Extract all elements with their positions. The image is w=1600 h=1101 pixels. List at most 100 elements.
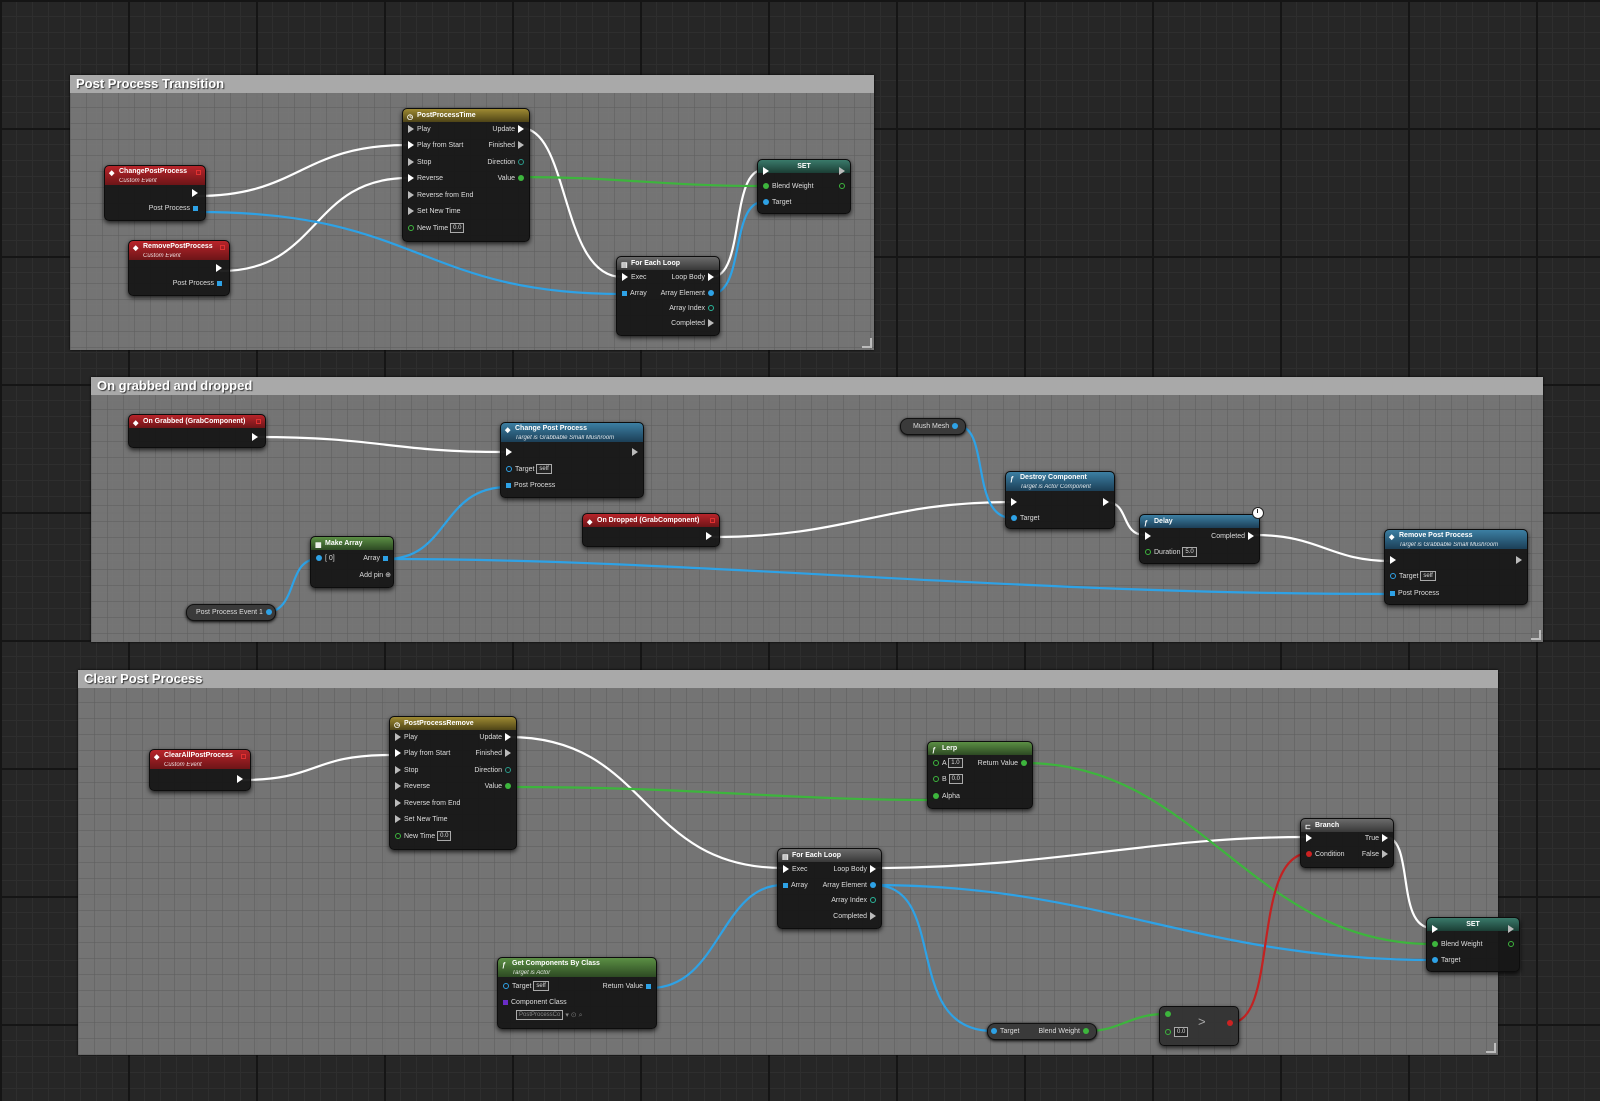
array-out-pin[interactable] — [383, 555, 388, 561]
blend-weight-getter-node[interactable]: Target Blend Weight — [987, 1023, 1097, 1040]
object-out-pin[interactable] — [708, 290, 714, 297]
add-pin-button[interactable]: Add pin ⊕ — [359, 570, 391, 582]
exec-in-pin[interactable] — [622, 273, 628, 282]
float-in-pin[interactable] — [933, 776, 939, 783]
get-components-by-class-node[interactable]: ƒ Get Components By Class Target is Actor … — [497, 957, 657, 1029]
exec-out-pin[interactable] — [1508, 925, 1514, 934]
float-out-pin[interactable] — [1083, 1028, 1089, 1035]
exec-out-pin-false[interactable] — [1382, 850, 1388, 859]
for-each-loop-node-2[interactable]: ▤ For Each Loop Exec Array Loop Body Arra… — [777, 848, 882, 929]
clear-all-post-process-event-node[interactable]: ◆ ClearAllPostProcess Custom Event — [149, 749, 251, 791]
post-process-pin[interactable] — [217, 280, 222, 286]
timeline-node-post-process-remove[interactable]: ◷ PostProcessRemove Play Play from Start … — [389, 716, 517, 850]
float-in-pin[interactable] — [1432, 941, 1438, 948]
float-out-pin[interactable] — [518, 175, 524, 182]
use-selected-icon[interactable]: ⊙ — [571, 1012, 577, 1019]
exec-in-pin[interactable] — [408, 158, 414, 167]
array-pin[interactable] — [783, 882, 788, 888]
class-pin[interactable] — [503, 999, 508, 1005]
target-self-input[interactable]: self — [533, 981, 549, 992]
resize-handle[interactable] — [1486, 1043, 1496, 1053]
comment-on-grabbed-and-dropped[interactable]: On grabbed and dropped — [91, 377, 1543, 642]
post-process-pin[interactable] — [506, 482, 511, 488]
lerp-b-input[interactable]: 0.0 — [948, 774, 963, 785]
exec-in-pin[interactable] — [395, 782, 401, 791]
branch-node[interactable]: ⊏ Branch Condition True False — [1300, 818, 1394, 868]
new-time-input[interactable]: 0.0 — [450, 223, 465, 234]
delegate-pin[interactable] — [196, 170, 201, 175]
delegate-pin[interactable] — [710, 518, 715, 523]
object-in-pin[interactable] — [316, 555, 322, 562]
exec-out-pin[interactable] — [708, 319, 714, 328]
change-post-process-event-node[interactable]: ◆ ChangePostProcess Custom Event Post Proc… — [104, 165, 206, 221]
float-in-pin[interactable] — [933, 760, 939, 767]
post-process-pin[interactable] — [193, 205, 198, 211]
float-out-pin[interactable] — [1021, 760, 1027, 767]
object-in-pin[interactable] — [991, 1028, 997, 1035]
change-post-process-call-node[interactable]: ◆ Change Post Process Target is Grabbable … — [500, 422, 644, 498]
target-pin[interactable] — [503, 983, 509, 990]
exec-in-pin[interactable] — [395, 749, 401, 758]
object-out-pin[interactable] — [870, 882, 876, 889]
target-pin[interactable] — [1390, 573, 1396, 580]
exec-out-pin[interactable] — [632, 448, 638, 457]
delegate-pin[interactable] — [241, 754, 246, 759]
compare-b-input[interactable]: 0.0 — [1174, 1027, 1189, 1038]
exec-out-pin[interactable] — [1516, 556, 1522, 565]
exec-out-pin[interactable] — [518, 141, 524, 150]
exec-out-pin[interactable] — [708, 273, 714, 282]
on-grabbed-event-node[interactable]: ◆ On Grabbed (GrabComponent) — [128, 414, 266, 448]
exec-in-pin[interactable] — [783, 865, 789, 874]
lerp-a-input[interactable]: 1.0 — [948, 758, 963, 769]
make-array-node[interactable]: ▦ Make Array [ 0] Array Add pin ⊕ — [310, 536, 394, 588]
float-out-pin[interactable] — [505, 783, 511, 790]
bool-in-pin[interactable] — [1306, 851, 1312, 858]
comment-title[interactable]: Post Process Transition — [70, 75, 874, 93]
exec-in-pin[interactable] — [1432, 925, 1438, 934]
exec-out-pin[interactable] — [505, 749, 511, 758]
exec-in-pin[interactable] — [408, 207, 414, 216]
exec-out-pin[interactable] — [192, 189, 198, 198]
index-pin[interactable] — [708, 305, 714, 312]
exec-in-pin[interactable] — [395, 733, 401, 742]
exec-out-pin[interactable] — [237, 775, 243, 784]
resize-handle[interactable] — [1531, 630, 1541, 640]
exec-in-pin[interactable] — [1390, 556, 1396, 565]
exec-in-pin[interactable] — [395, 799, 401, 808]
delegate-pin[interactable] — [220, 245, 225, 250]
exec-out-pin[interactable] — [839, 167, 845, 176]
float-in-pin[interactable] — [1145, 549, 1151, 556]
exec-in-pin[interactable] — [395, 815, 401, 824]
exec-out-pin-true[interactable] — [1382, 834, 1388, 843]
set-blend-weight-node-2[interactable]: SET Blend Weight Target — [1426, 917, 1520, 972]
comment-title[interactable]: Clear Post Process — [78, 670, 1498, 688]
greater-than-node[interactable]: 0.0 > — [1159, 1006, 1239, 1046]
for-each-loop-node[interactable]: ▤ For Each Loop Exec Array Loop Body Arra… — [616, 256, 720, 336]
exec-in-pin[interactable] — [408, 125, 414, 134]
browse-icon[interactable]: ⌕ — [579, 1012, 583, 1019]
component-class-select[interactable]: PostProcessCo — [516, 1010, 564, 1021]
float-in-pin[interactable] — [933, 793, 939, 800]
remove-post-process-event-node[interactable]: ◆ RemovePostProcess Custom Event Post Proc… — [128, 240, 230, 296]
new-time-input[interactable]: 0.0 — [437, 831, 452, 842]
timeline-node-post-process-time[interactable]: ◷ PostProcessTime Play Play from Start St… — [402, 108, 530, 242]
exec-in-pin[interactable] — [763, 167, 769, 176]
mush-mesh-variable[interactable]: Mush Mesh — [900, 418, 966, 435]
set-blend-weight-node[interactable]: SET Blend Weight Target — [757, 159, 851, 214]
direction-pin[interactable] — [518, 159, 524, 166]
exec-in-pin[interactable] — [1011, 498, 1017, 507]
exec-out-pin[interactable] — [1103, 498, 1109, 507]
index-pin[interactable] — [870, 897, 876, 904]
exec-out-pin[interactable] — [1248, 532, 1254, 541]
float-out-pin[interactable] — [839, 183, 845, 190]
comment-title[interactable]: On grabbed and dropped — [91, 377, 1543, 395]
exec-out-pin[interactable] — [870, 865, 876, 874]
target-self-input[interactable]: self — [536, 464, 552, 475]
exec-in-pin[interactable] — [506, 448, 512, 457]
float-in-pin-a[interactable] — [1165, 1011, 1171, 1018]
array-pin[interactable] — [622, 290, 627, 296]
exec-out-pin[interactable] — [706, 532, 712, 541]
bool-out-pin[interactable] — [1227, 1020, 1233, 1027]
exec-in-pin[interactable] — [408, 141, 414, 150]
on-dropped-event-node[interactable]: ◆ On Dropped (GrabComponent) — [582, 513, 720, 547]
